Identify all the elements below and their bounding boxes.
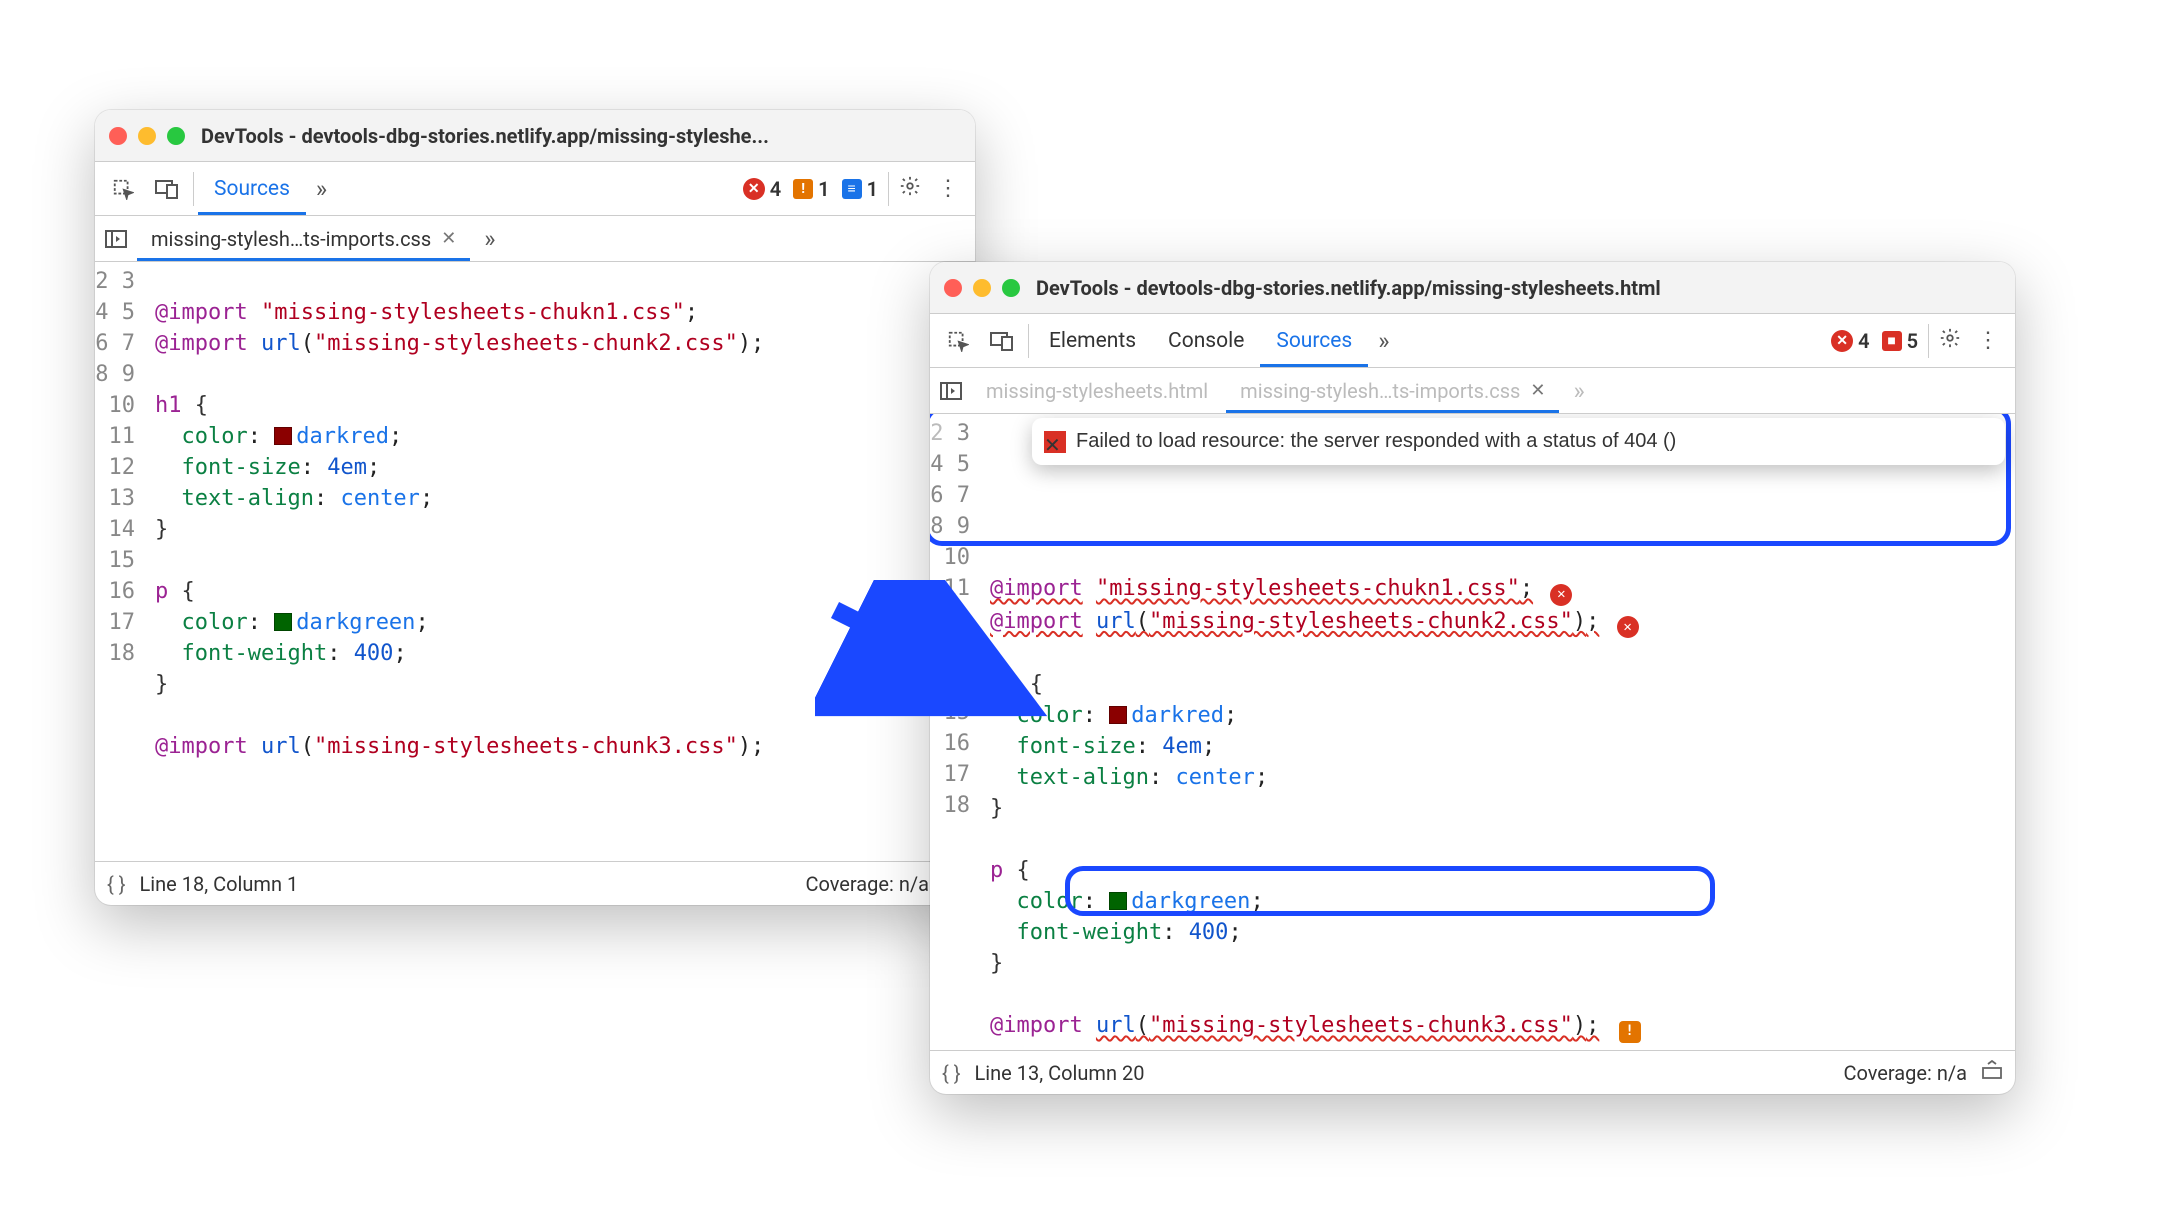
code-content[interactable]: ✕ Failed to load resource: the server re… [980, 414, 2015, 1050]
settings-icon[interactable] [893, 175, 927, 203]
color-swatch-darkgreen[interactable] [274, 613, 292, 631]
window-title: DevTools - devtools-dbg-stories.netlify.… [201, 124, 769, 148]
traffic-lights [109, 127, 185, 145]
arrow-icon [815, 580, 1075, 750]
code-editor[interactable]: 2 3 4 5 6 7 8 9 10 11 12 13 14 15 16 17 … [930, 414, 2015, 1050]
color-swatch-darkgreen[interactable] [1109, 892, 1127, 910]
titlebar: DevTools - devtools-dbg-stories.netlify.… [930, 262, 2015, 314]
maximize-window-icon[interactable] [167, 127, 185, 145]
main-toolbar: Elements Console Sources » ✕4 ■5 ⋮ [930, 314, 2015, 368]
close-tab-icon[interactable]: ✕ [441, 228, 456, 249]
tab-elements[interactable]: Elements [1033, 314, 1152, 367]
file-tab-active[interactable]: missing-stylesh…ts-imports.css ✕ [137, 216, 470, 261]
kebab-menu-icon[interactable]: ⋮ [1967, 328, 2009, 353]
format-icon[interactable]: { } [942, 1061, 961, 1085]
info-count-badge[interactable]: ≡1 [842, 177, 878, 201]
file-tabbar: missing-stylesh…ts-imports.css ✕ » [95, 216, 975, 262]
main-toolbar: Sources » ✕4 !1 ≡1 ⋮ [95, 162, 975, 216]
warning-count: 1 [818, 177, 829, 201]
file-tab-label: missing-stylesheets.html [986, 379, 1208, 403]
color-swatch-darkred[interactable] [274, 427, 292, 445]
inline-error-icon[interactable]: ✕ [1550, 584, 1572, 606]
statusbar: { } Line 18, Column 1 Coverage: n/a [95, 861, 975, 905]
code-editor[interactable]: 2 3 4 5 6 7 8 9 10 11 12 13 14 15 16 17 … [95, 262, 975, 861]
badge-group: ✕4 !1 ≡1 [743, 177, 884, 201]
line-gutter: 2 3 4 5 6 7 8 9 10 11 12 13 14 15 16 17 … [95, 262, 145, 861]
file-tab-label: missing-stylesh…ts-imports.css [1240, 379, 1520, 403]
code-content[interactable]: @import "missing-stylesheets-chukn1.css"… [145, 262, 975, 861]
color-swatch-darkred[interactable] [1109, 706, 1127, 724]
inspect-element-icon[interactable] [101, 162, 145, 215]
info-count: 1 [867, 177, 878, 201]
close-window-icon[interactable] [109, 127, 127, 145]
inline-warning-icon[interactable]: ! [1619, 1021, 1641, 1043]
error-count-badge[interactable]: ✕4 [1831, 329, 1869, 353]
minimize-window-icon[interactable] [138, 127, 156, 145]
inline-error-icon[interactable]: ✕ [1617, 616, 1639, 638]
window-title: DevTools - devtools-dbg-stories.netlify.… [1036, 276, 1661, 300]
issues-count-badge[interactable]: ■5 [1882, 329, 1918, 353]
badge-group: ✕4 ■5 [1831, 329, 1924, 353]
drawer-toggle-icon[interactable] [1981, 1060, 2003, 1085]
more-tabs-icon[interactable]: » [1368, 327, 1399, 355]
tab-sources[interactable]: Sources [198, 162, 306, 215]
format-icon[interactable]: { } [107, 872, 126, 896]
inspect-element-icon[interactable] [936, 314, 980, 367]
error-count: 4 [1858, 329, 1869, 353]
coverage-label: Coverage: n/a [805, 872, 929, 896]
file-tabbar: missing-stylesheets.html missing-stylesh… [930, 368, 2015, 414]
navigator-toggle-icon[interactable] [934, 382, 968, 400]
file-tab-css[interactable]: missing-stylesh…ts-imports.css ✕ [1226, 368, 1559, 413]
file-tab-html[interactable]: missing-stylesheets.html [972, 368, 1222, 413]
close-window-icon[interactable] [944, 279, 962, 297]
error-count-badge[interactable]: ✕4 [743, 177, 781, 201]
device-toolbar-icon[interactable] [980, 314, 1024, 367]
cursor-position: Line 13, Column 20 [975, 1061, 1145, 1085]
devtools-window-after: DevTools - devtools-dbg-stories.netlify.… [930, 262, 2015, 1094]
close-tab-icon[interactable]: ✕ [1530, 380, 1545, 401]
settings-icon[interactable] [1933, 327, 1967, 355]
more-file-tabs-icon[interactable]: » [1563, 377, 1594, 405]
cursor-position: Line 18, Column 1 [140, 872, 299, 896]
devtools-window-before: DevTools - devtools-dbg-stories.netlify.… [95, 110, 975, 905]
statusbar: { } Line 13, Column 20 Coverage: n/a [930, 1050, 2015, 1094]
more-file-tabs-icon[interactable]: » [474, 225, 505, 253]
tooltip-text: Failed to load resource: the server resp… [1076, 426, 1676, 457]
titlebar: DevTools - devtools-dbg-stories.netlify.… [95, 110, 975, 162]
minimize-window-icon[interactable] [973, 279, 991, 297]
error-icon: ✕ [1044, 431, 1066, 453]
coverage-label: Coverage: n/a [1843, 1061, 1967, 1085]
tab-sources[interactable]: Sources [1260, 314, 1368, 367]
more-tabs-icon[interactable]: » [306, 175, 337, 203]
device-toolbar-icon[interactable] [145, 162, 189, 215]
error-count: 4 [770, 177, 781, 201]
kebab-menu-icon[interactable]: ⋮ [927, 176, 969, 201]
file-tab-label: missing-stylesh…ts-imports.css [151, 227, 431, 251]
traffic-lights [944, 279, 1020, 297]
navigator-toggle-icon[interactable] [99, 230, 133, 248]
issues-count: 5 [1907, 329, 1918, 353]
warning-count-badge[interactable]: !1 [793, 177, 829, 201]
tab-console[interactable]: Console [1152, 314, 1260, 367]
error-tooltip: ✕ Failed to load resource: the server re… [1032, 418, 2005, 465]
maximize-window-icon[interactable] [1002, 279, 1020, 297]
